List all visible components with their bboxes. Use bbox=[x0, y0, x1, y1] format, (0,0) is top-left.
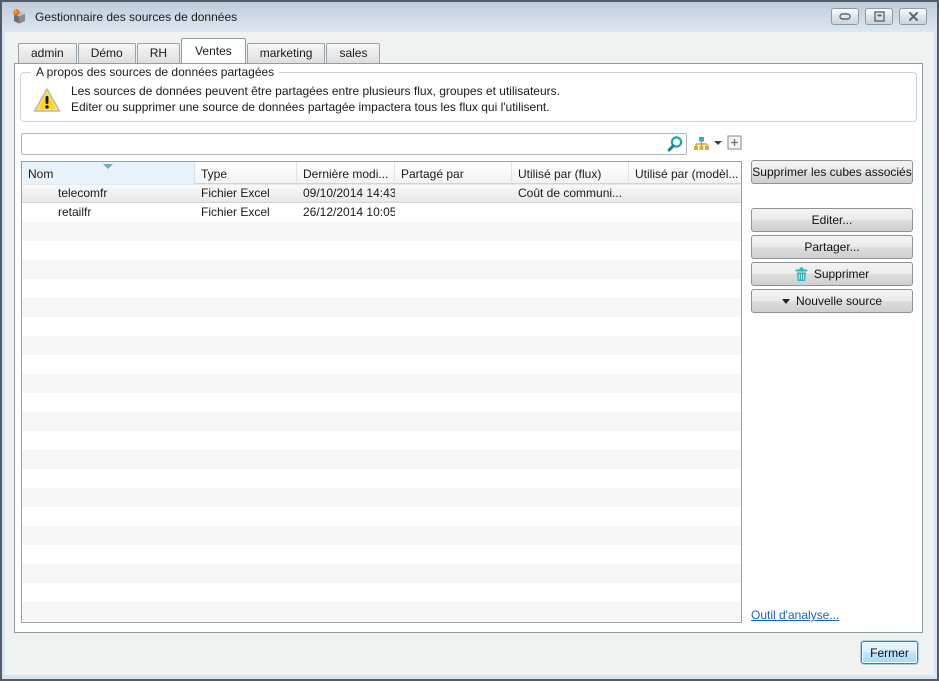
cell-type: Fichier Excel bbox=[195, 185, 297, 202]
delete-button-label: Supprimer bbox=[814, 267, 869, 281]
hierarchy-view-button[interactable] bbox=[693, 134, 723, 152]
groupbox-title: A propos des sources de données partagée… bbox=[31, 65, 279, 79]
window-title: Gestionnaire des sources de données bbox=[35, 10, 237, 24]
minimize-icon bbox=[839, 13, 851, 20]
close-icon bbox=[908, 11, 919, 22]
info-text: Les sources de données peuvent être part… bbox=[71, 83, 560, 115]
cell-modified: 09/10/2014 14:43 bbox=[297, 185, 395, 202]
delete-associated-cubes-button[interactable]: Supprimer les cubes associés bbox=[751, 160, 913, 184]
data-sources-table: Nom Type Dernière modi... Partagé par Ut… bbox=[21, 161, 742, 623]
edit-button[interactable]: Editer... bbox=[751, 208, 913, 232]
empty-rows-area bbox=[22, 222, 741, 622]
expand-all-button[interactable] bbox=[726, 135, 742, 151]
close-dialog-button[interactable]: Fermer bbox=[861, 641, 918, 664]
share-button[interactable]: Partager... bbox=[751, 235, 913, 259]
column-header-shared-by[interactable]: Partagé par bbox=[395, 162, 512, 184]
column-header-nom[interactable]: Nom bbox=[22, 162, 195, 184]
cell-used-by-model bbox=[629, 203, 741, 222]
dialog-window: Gestionnaire des sources de données admi… bbox=[0, 0, 939, 681]
plus-box-icon bbox=[727, 135, 742, 150]
search-input[interactable] bbox=[21, 133, 687, 155]
cell-used-by-flux bbox=[512, 203, 629, 222]
cell-nom: telecomfr bbox=[22, 185, 195, 202]
app-icon bbox=[10, 8, 28, 26]
cell-shared-by bbox=[395, 185, 512, 202]
org-chart-icon bbox=[693, 136, 710, 151]
warning-icon bbox=[33, 87, 61, 113]
table-row-retailfr[interactable]: retailfr Fichier Excel 26/12/2014 10:05 bbox=[22, 203, 741, 222]
analysis-tool-link[interactable]: Outil d'analyse... bbox=[751, 608, 839, 622]
tab-sales[interactable]: sales bbox=[326, 43, 380, 63]
chevron-down-icon bbox=[714, 141, 722, 145]
info-groupbox: A propos des sources de données partagée… bbox=[20, 72, 917, 122]
cell-used-by-flux: Coût de communi... bbox=[512, 185, 629, 202]
tab-marketing[interactable]: marketing bbox=[247, 43, 326, 63]
cell-used-by-model bbox=[629, 185, 741, 202]
table-row-telecomfr[interactable]: telecomfr Fichier Excel 09/10/2014 14:43… bbox=[22, 184, 741, 203]
cell-shared-by bbox=[395, 203, 512, 222]
tab-demo[interactable]: Démo bbox=[78, 43, 136, 63]
chevron-down-icon bbox=[782, 299, 790, 304]
tab-ventes[interactable]: Ventes bbox=[181, 38, 246, 63]
column-header-type[interactable]: Type bbox=[195, 162, 297, 184]
info-line-2: Editer ou supprimer une source de donnée… bbox=[71, 99, 560, 115]
maximize-button[interactable] bbox=[865, 8, 893, 25]
new-source-button[interactable]: Nouvelle source bbox=[751, 289, 913, 313]
table-header: Nom Type Dernière modi... Partagé par Ut… bbox=[22, 162, 741, 184]
column-header-used-by-flux[interactable]: Utilisé par (flux) bbox=[512, 162, 629, 184]
close-button[interactable] bbox=[899, 8, 927, 25]
sort-descending-icon bbox=[103, 164, 113, 169]
column-header-modified[interactable]: Dernière modi... bbox=[297, 162, 395, 184]
tab-panel-ventes: A propos des sources de données partagée… bbox=[14, 63, 923, 633]
cell-type: Fichier Excel bbox=[195, 203, 297, 222]
column-header-label: Nom bbox=[28, 167, 53, 181]
column-header-used-by-model[interactable]: Utilisé par (modèl... bbox=[629, 162, 741, 184]
minimize-button[interactable] bbox=[831, 8, 859, 25]
trash-icon bbox=[795, 267, 808, 282]
tab-bar: admin Démo RH Ventes marketing sales bbox=[18, 38, 381, 63]
tab-admin[interactable]: admin bbox=[18, 43, 77, 63]
maximize-icon bbox=[874, 11, 885, 22]
cell-nom: retailfr bbox=[22, 203, 195, 222]
title-bar: Gestionnaire des sources de données bbox=[2, 2, 937, 32]
window-controls bbox=[831, 8, 927, 25]
new-source-button-label: Nouvelle source bbox=[796, 294, 882, 308]
tab-rh[interactable]: RH bbox=[137, 43, 180, 63]
dialog-content: admin Démo RH Ventes marketing sales A p… bbox=[5, 32, 934, 675]
search-icon[interactable] bbox=[666, 135, 684, 153]
info-line-1: Les sources de données peuvent être part… bbox=[71, 83, 560, 99]
cell-modified: 26/12/2014 10:05 bbox=[297, 203, 395, 222]
delete-button[interactable]: Supprimer bbox=[751, 262, 913, 286]
